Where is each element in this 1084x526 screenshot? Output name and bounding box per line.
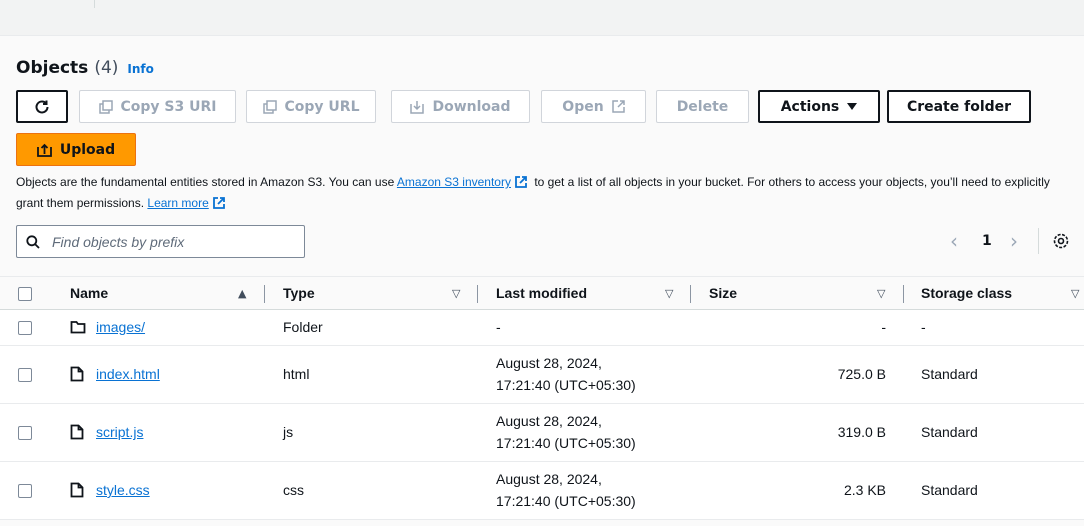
modified-date: August 28, 2024, <box>496 355 602 371</box>
object-size: 319.0 B <box>837 424 886 440</box>
object-last-modified: August 28, 2024, 17:21:40 (UTC+05:30) <box>496 352 636 396</box>
actions-label: Actions <box>780 98 840 115</box>
sort-icon[interactable]: ▽ <box>1071 287 1079 300</box>
download-label: Download <box>432 98 511 115</box>
object-name-link[interactable]: index.html <box>96 366 160 382</box>
column-size[interactable]: Size <box>709 285 737 301</box>
select-all-checkbox[interactable] <box>18 287 32 301</box>
object-storage-class: Standard <box>921 482 978 498</box>
caret-down-icon <box>847 102 858 111</box>
external-link-icon <box>611 100 625 113</box>
object-count: (4) <box>94 58 119 78</box>
column-last-modified[interactable]: Last modified <box>496 285 587 301</box>
copy-icon <box>262 99 277 114</box>
sort-asc-icon[interactable]: ▲ <box>238 287 246 300</box>
open-label: Open <box>562 98 604 115</box>
objects-header: Objects (4) Info <box>16 58 154 82</box>
object-last-modified: August 28, 2024, 17:21:40 (UTC+05:30) <box>496 410 636 454</box>
modified-time: 17:21:40 (UTC+05:30) <box>496 435 636 451</box>
sort-icon[interactable]: ▽ <box>665 287 673 300</box>
objects-description: Objects are the fundamental entities sto… <box>16 173 1068 215</box>
object-size: 2.3 KB <box>843 482 886 498</box>
file-icon <box>70 424 84 444</box>
download-icon <box>410 100 425 114</box>
object-last-modified: August 28, 2024, 17:21:40 (UTC+05:30) <box>496 468 636 512</box>
download-button[interactable]: Download <box>391 90 530 123</box>
create-folder-button[interactable]: Create folder <box>887 90 1031 123</box>
s3-inventory-link[interactable]: Amazon S3 inventory <box>397 175 511 189</box>
table-row[interactable]: style.css css August 28, 2024, 17:21:40 … <box>0 462 1084 520</box>
description-text-1: Objects are the fundamental entities sto… <box>16 175 395 189</box>
copy-url-button[interactable]: Copy URL <box>246 90 376 123</box>
prev-page-button[interactable]: ‹ <box>950 229 958 253</box>
object-type: js <box>283 424 294 440</box>
object-name-link[interactable]: script.js <box>96 424 143 440</box>
table-header: Name ▲ Type ▽ Last modified ▽ Size ▽ Sto… <box>0 276 1084 310</box>
file-icon <box>70 482 84 502</box>
actions-dropdown[interactable]: Actions <box>758 90 880 123</box>
object-name-link[interactable]: images/ <box>96 319 145 335</box>
search-icon <box>26 234 40 249</box>
refresh-button[interactable] <box>16 90 68 123</box>
sort-icon[interactable]: ▽ <box>452 287 460 300</box>
column-divider <box>264 285 265 303</box>
row-checkbox[interactable] <box>18 484 32 498</box>
object-type: html <box>283 366 310 382</box>
upload-icon <box>36 142 52 157</box>
modified-time: 17:21:40 (UTC+05:30) <box>496 493 636 509</box>
upload-button[interactable]: Upload <box>16 133 136 166</box>
external-link-icon <box>212 196 226 215</box>
table-row[interactable]: images/ Folder - - - <box>0 310 1084 346</box>
object-storage-class: Standard <box>921 424 978 440</box>
search-box[interactable] <box>16 225 305 258</box>
column-divider <box>690 285 691 303</box>
column-name[interactable]: Name <box>70 285 108 301</box>
column-storage-class[interactable]: Storage class <box>921 285 1012 301</box>
modified-date: August 28, 2024, <box>496 471 602 487</box>
preferences-gear-icon[interactable] <box>1052 232 1070 254</box>
open-button[interactable]: Open <box>541 90 646 123</box>
copy-url-label: Copy URL <box>284 98 360 115</box>
object-name-link[interactable]: style.css <box>96 482 150 498</box>
upload-label: Upload <box>59 141 116 158</box>
page-title: Objects <box>16 58 89 78</box>
copy-s3-uri-button[interactable]: Copy S3 URI <box>79 90 236 123</box>
external-link-icon <box>514 175 528 194</box>
object-type: Folder <box>283 319 323 335</box>
object-type: css <box>283 482 304 498</box>
pagination-divider <box>1038 228 1039 254</box>
delete-label: Delete <box>676 98 729 115</box>
copy-s3-uri-label: Copy S3 URI <box>120 98 217 115</box>
create-folder-label: Create folder <box>906 98 1012 115</box>
object-size: - <box>881 319 886 335</box>
sort-icon[interactable]: ▽ <box>877 287 885 300</box>
modified-date: August 28, 2024, <box>496 413 602 429</box>
next-page-button[interactable]: › <box>1010 229 1018 253</box>
top-bar <box>0 0 1084 36</box>
column-type[interactable]: Type <box>283 285 315 301</box>
refresh-icon <box>33 98 51 116</box>
row-checkbox[interactable] <box>18 368 32 382</box>
current-page[interactable]: 1 <box>982 229 992 253</box>
modified-time: 17:21:40 (UTC+05:30) <box>496 377 636 393</box>
delete-button[interactable]: Delete <box>656 90 749 123</box>
row-checkbox[interactable] <box>18 426 32 440</box>
column-divider <box>477 285 478 303</box>
search-input[interactable] <box>50 232 290 251</box>
top-divider <box>94 0 95 8</box>
copy-icon <box>98 99 113 114</box>
folder-icon <box>70 319 86 339</box>
info-link[interactable]: Info <box>127 62 153 76</box>
object-storage-class: - <box>921 319 926 335</box>
table-row[interactable]: index.html html August 28, 2024, 17:21:4… <box>0 346 1084 404</box>
file-icon <box>70 366 84 386</box>
table-row[interactable]: script.js js August 28, 2024, 17:21:40 (… <box>0 404 1084 462</box>
object-storage-class: Standard <box>921 366 978 382</box>
object-last-modified: - <box>496 319 501 335</box>
learn-more-link[interactable]: Learn more <box>147 196 208 210</box>
column-divider <box>903 285 904 303</box>
row-checkbox[interactable] <box>18 321 32 335</box>
object-size: 725.0 B <box>837 366 886 382</box>
